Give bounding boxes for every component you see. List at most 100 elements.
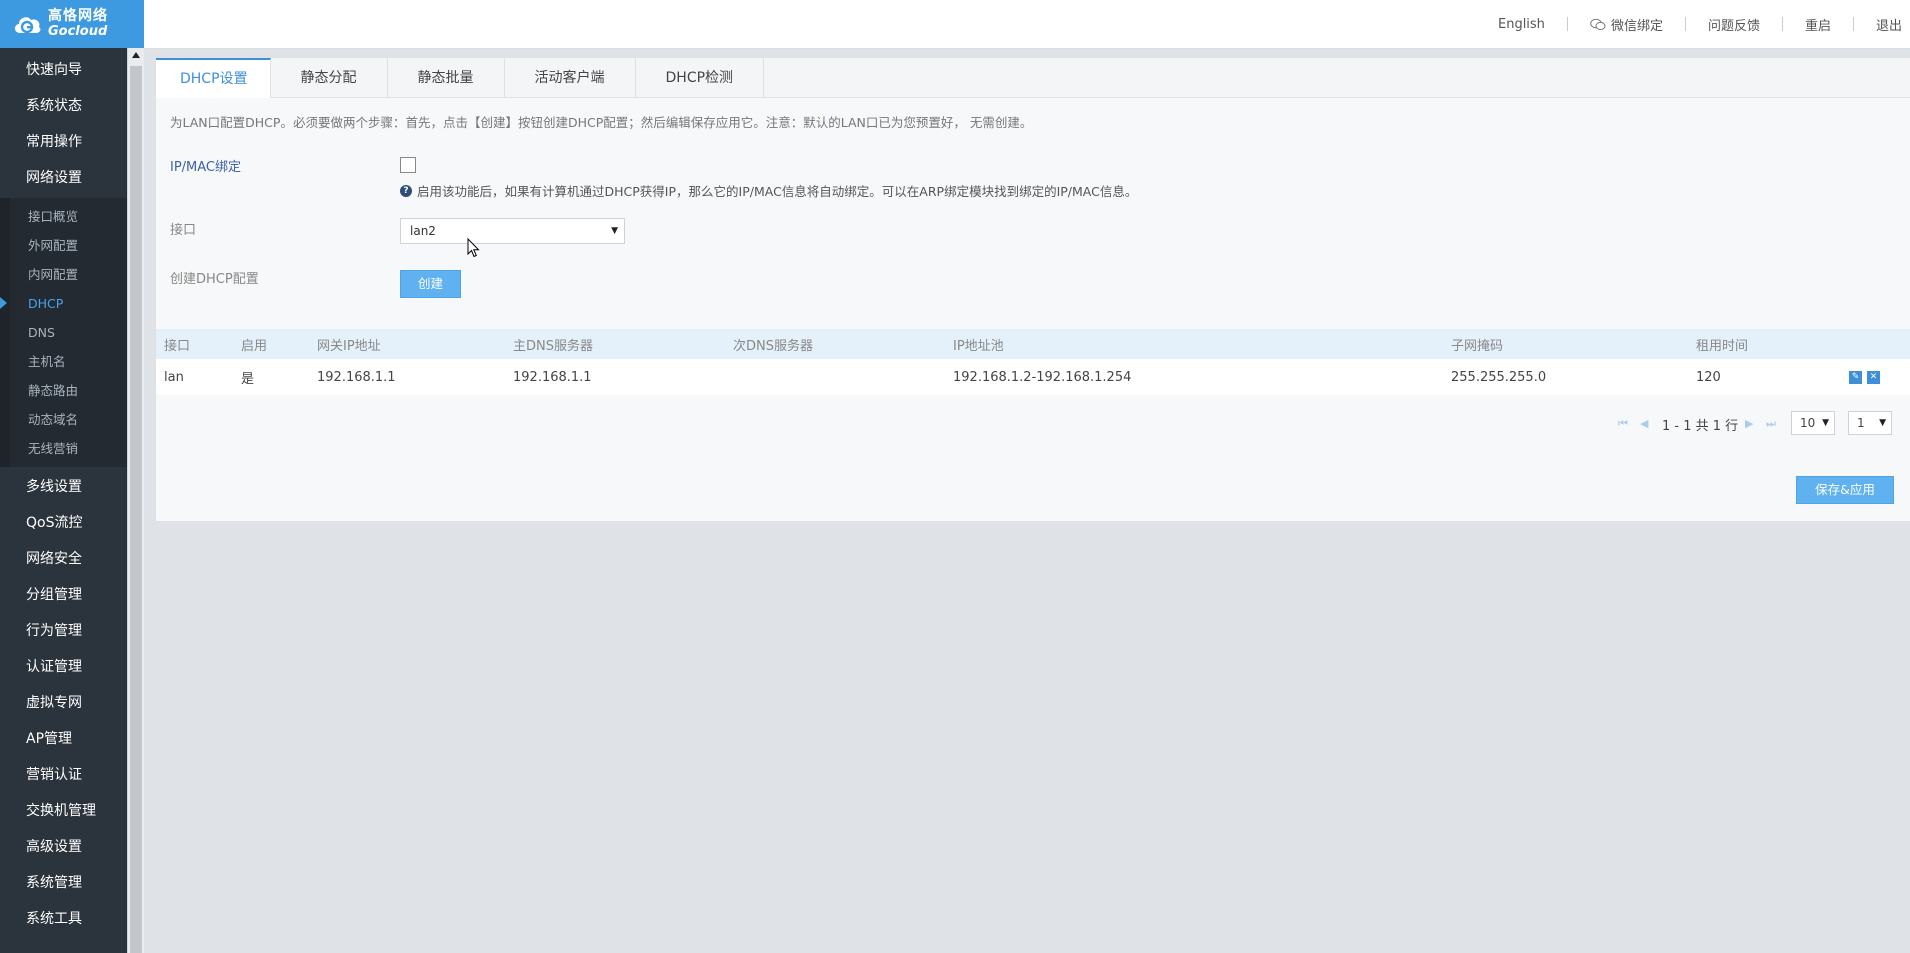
col-lease: 租用时间 bbox=[1696, 338, 1749, 354]
page-number-select[interactable]: 1 ▼ bbox=[1848, 411, 1892, 435]
ipmac-bind-checkbox[interactable] bbox=[400, 157, 416, 173]
tab-static-assign[interactable]: 静态分配 bbox=[270, 58, 388, 97]
sidebar-item-system-mgmt[interactable]: 系统管理 bbox=[0, 865, 127, 901]
sidebar: 快速向导 系统状态 常用操作 网络设置 接口概览 外网配置 内网配置 DHCP … bbox=[0, 48, 127, 953]
sidebar-subitem-static-route[interactable]: 静态路由 bbox=[10, 376, 127, 405]
language-label: English bbox=[1497, 16, 1545, 32]
sidebar-item-marketing-auth[interactable]: 营销认证 bbox=[0, 757, 127, 793]
prev-page-icon[interactable]: ◀ bbox=[1640, 417, 1648, 430]
pager-summary: 1 - 1 共 1 行 bbox=[1662, 419, 1739, 434]
cell-gateway: 192.168.1.1 bbox=[317, 369, 396, 385]
table-row[interactable]: lan 是 192.168.1.1 192.168.1.1 192.168.1.… bbox=[156, 359, 1910, 395]
sidebar-submenu-network: 接口概览 外网配置 内网配置 DHCP DNS 主机名 静态路由 动态域名 无线… bbox=[0, 198, 127, 467]
help-icon: ? bbox=[400, 184, 412, 197]
col-dns1: 主DNS服务器 bbox=[513, 338, 593, 354]
reboot-link[interactable]: 重启 bbox=[1783, 15, 1853, 34]
sidebar-scrollbar[interactable] bbox=[127, 48, 144, 953]
col-pool: IP地址池 bbox=[953, 338, 1004, 354]
cell-lease: 120 bbox=[1696, 369, 1721, 385]
sidebar-item-network-security[interactable]: 网络安全 bbox=[0, 541, 127, 577]
feedback-label: 问题反馈 bbox=[1707, 18, 1760, 34]
scrollbar-thumb[interactable] bbox=[130, 66, 142, 953]
tab-active-clients[interactable]: 活动客户端 bbox=[504, 58, 636, 97]
sidebar-item-common-ops[interactable]: 常用操作 bbox=[0, 124, 127, 160]
page-size-select[interactable]: 10 ▼ bbox=[1791, 411, 1835, 435]
sidebar-subitem-interface-overview[interactable]: 接口概览 bbox=[10, 202, 127, 231]
cell-iface: lan bbox=[164, 369, 184, 385]
create-dhcp-label: 创建DHCP配置 bbox=[170, 272, 259, 287]
sidebar-item-auth-mgmt[interactable]: 认证管理 bbox=[0, 649, 127, 685]
sidebar-subitem-lan-config[interactable]: 内网配置 bbox=[10, 260, 127, 289]
sidebar-subitem-dns[interactable]: DNS bbox=[10, 318, 127, 347]
pagination: ⏮ ◀ 1 - 1 共 1 行 ▶ ⏭ 10 ▼ 1 ▼ bbox=[156, 411, 1910, 435]
sidebar-item-network-settings[interactable]: 网络设置 bbox=[0, 160, 127, 196]
tab-static-batch[interactable]: 静态批量 bbox=[387, 58, 505, 97]
top-bar: English 微信绑定 问题反馈 重启 退出 bbox=[144, 0, 1910, 49]
wechat-bind-link[interactable]: 微信绑定 bbox=[1568, 15, 1685, 34]
wechat-icon bbox=[1590, 18, 1606, 30]
dhcp-panel: DHCP设置 静态分配 静态批量 活动客户端 DHCP检测 为LAN口配置DHC… bbox=[155, 57, 1910, 522]
sidebar-subitem-dhcp[interactable]: DHCP bbox=[0, 289, 127, 318]
dropdown-caret-icon: ▼ bbox=[1822, 418, 1829, 428]
cell-dns1: 192.168.1.1 bbox=[513, 369, 592, 385]
sidebar-subitem-wireless-marketing[interactable]: 无线营销 bbox=[10, 434, 127, 463]
tab-dhcp-settings[interactable]: DHCP设置 bbox=[156, 58, 271, 98]
dropdown-caret-icon: ▼ bbox=[1879, 418, 1886, 428]
mouse-pointer-icon bbox=[467, 238, 480, 258]
cell-mask: 255.255.255.0 bbox=[1451, 369, 1547, 385]
cell-enabled: 是 bbox=[241, 371, 255, 387]
ipmac-hint: ? 启用该功能后，如果有计算机通过DHCP获得IP，那么它的IP/MAC信息将自… bbox=[400, 181, 1137, 200]
page-description: 为LAN口配置DHCP。必须要做两个步骤：首先，点击【创建】按钮创建DHCP配置… bbox=[170, 115, 1033, 130]
col-mask: 子网掩码 bbox=[1451, 338, 1504, 354]
delete-icon[interactable]: ✕ bbox=[1867, 370, 1880, 384]
sidebar-item-ap-mgmt[interactable]: AP管理 bbox=[0, 721, 127, 757]
logout-link[interactable]: 退出 bbox=[1854, 15, 1910, 34]
brand-name-en: Gocloud bbox=[48, 24, 108, 39]
last-page-icon[interactable]: ⏭ bbox=[1766, 417, 1776, 431]
interface-select-value: lan2 bbox=[410, 224, 436, 238]
ipmac-hint-text: 启用该功能后，如果有计算机通过DHCP获得IP，那么它的IP/MAC信息将自动绑… bbox=[417, 184, 1138, 199]
language-english-link[interactable]: English bbox=[1476, 17, 1567, 32]
col-gateway: 网关IP地址 bbox=[317, 338, 381, 354]
brand-name-cn: 高恪网络 bbox=[48, 8, 108, 24]
brand-text: 高恪网络 Gocloud bbox=[48, 8, 108, 40]
sidebar-subitem-dhcp-label: DHCP bbox=[28, 296, 64, 311]
sidebar-item-system-tools[interactable]: 系统工具 bbox=[0, 901, 127, 937]
tab-dhcp-detect[interactable]: DHCP检测 bbox=[635, 58, 765, 97]
reboot-label: 重启 bbox=[1804, 18, 1831, 34]
dropdown-caret-icon: ▼ bbox=[611, 226, 618, 236]
sidebar-item-advanced[interactable]: 高级设置 bbox=[0, 829, 127, 865]
sidebar-subitem-wan-config[interactable]: 外网配置 bbox=[10, 231, 127, 260]
edit-icon[interactable]: ✎ bbox=[1849, 370, 1862, 384]
col-iface: 接口 bbox=[164, 338, 191, 354]
page-size-value: 10 bbox=[1800, 416, 1816, 430]
interface-select[interactable]: lan2 ▼ bbox=[400, 218, 625, 244]
sidebar-item-qos[interactable]: QoS流控 bbox=[0, 505, 127, 541]
sidebar-item-system-status[interactable]: 系统状态 bbox=[0, 88, 127, 124]
sidebar-item-switch-mgmt[interactable]: 交换机管理 bbox=[0, 793, 127, 829]
sidebar-item-multiline[interactable]: 多线设置 bbox=[0, 469, 127, 505]
cell-pool: 192.168.1.2-192.168.1.254 bbox=[953, 369, 1132, 385]
col-enabled: 启用 bbox=[241, 338, 268, 354]
sidebar-item-vpn[interactable]: 虚拟专网 bbox=[0, 685, 127, 721]
create-button[interactable]: 创建 bbox=[400, 270, 461, 298]
next-page-icon[interactable]: ▶ bbox=[1745, 417, 1753, 430]
col-dns2: 次DNS服务器 bbox=[733, 338, 813, 354]
brand-logo: 高恪网络 Gocloud bbox=[0, 0, 144, 48]
sidebar-subitem-ddns[interactable]: 动态域名 bbox=[10, 405, 127, 434]
cloud-logo-icon bbox=[14, 17, 41, 34]
save-apply-button[interactable]: 保存&应用 bbox=[1796, 476, 1894, 504]
tab-bar: DHCP设置 静态分配 静态批量 活动客户端 DHCP检测 bbox=[156, 58, 1910, 98]
row-actions: ✎ ✕ bbox=[1844, 359, 1880, 395]
sidebar-item-behavior-mgmt[interactable]: 行为管理 bbox=[0, 613, 127, 649]
sidebar-item-group-mgmt[interactable]: 分组管理 bbox=[0, 577, 127, 613]
logout-label: 退出 bbox=[1875, 18, 1902, 34]
first-page-icon[interactable]: ⏮ bbox=[1618, 417, 1628, 431]
table-header: 接口 启用 网关IP地址 主DNS服务器 次DNS服务器 IP地址池 子网掩码 … bbox=[156, 329, 1910, 359]
sidebar-subitem-hostname[interactable]: 主机名 bbox=[10, 347, 127, 376]
wechat-bind-label: 微信绑定 bbox=[1610, 18, 1663, 34]
feedback-link[interactable]: 问题反馈 bbox=[1686, 15, 1782, 34]
sidebar-item-quick-guide[interactable]: 快速向导 bbox=[0, 52, 127, 88]
interface-label: 接口 bbox=[170, 223, 197, 238]
scroll-up-arrow-icon[interactable] bbox=[132, 52, 140, 58]
